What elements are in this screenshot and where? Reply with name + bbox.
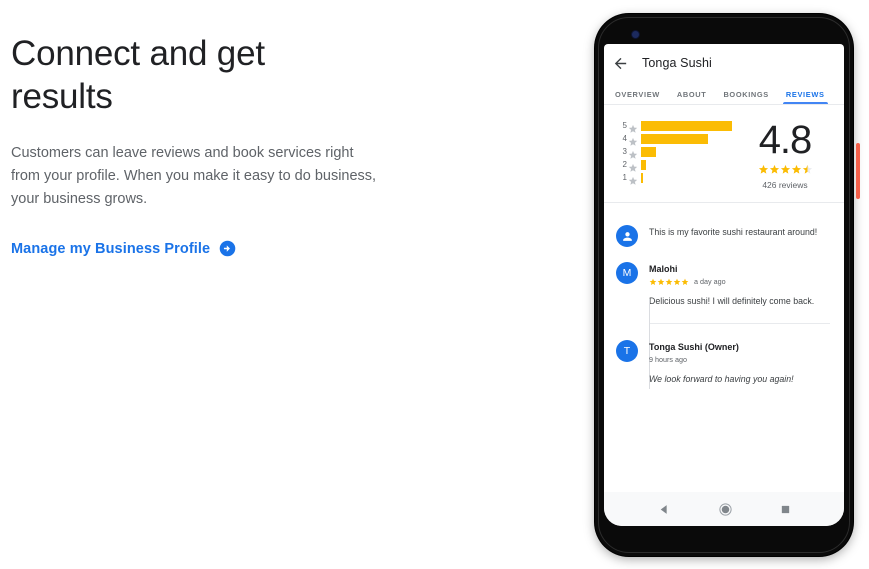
back-arrow-icon[interactable] — [612, 55, 629, 72]
histogram-row: 4 — [620, 132, 732, 146]
star-icon — [769, 164, 779, 174]
histogram-row: 2 — [620, 158, 732, 172]
front-camera-icon — [631, 30, 640, 39]
histogram-row: 3 — [620, 145, 732, 159]
star-icon — [628, 121, 638, 133]
review-text: This is my favorite sushi restaurant aro… — [649, 227, 818, 237]
reply-divider — [649, 323, 830, 324]
page-root: Connect and get results Customers can le… — [0, 0, 869, 569]
manage-business-profile-link[interactable]: Manage my Business Profile — [11, 240, 236, 257]
review-author: Malohi — [649, 264, 678, 274]
review-body: This is my favorite sushi restaurant aro… — [649, 225, 834, 247]
owner-name: Tonga Sushi (Owner) — [649, 342, 739, 352]
star-icon — [780, 164, 790, 174]
star-icon — [758, 164, 768, 174]
owner-reply-body: Tonga Sushi (Owner) 9 hours ago We look … — [649, 340, 834, 386]
star-icon — [657, 278, 665, 285]
histogram-label: 5 — [622, 121, 627, 130]
review-item: This is my favorite sushi restaurant aro… — [616, 225, 834, 247]
histogram-bar — [641, 120, 732, 131]
star-icon — [791, 164, 801, 174]
marketing-column: Connect and get results Customers can le… — [11, 32, 411, 257]
reviews-list: This is my favorite sushi restaurant aro… — [604, 203, 844, 492]
rating-score: 4.8 — [758, 118, 813, 162]
power-button[interactable] — [856, 143, 860, 199]
cta-label: Manage my Business Profile — [11, 240, 211, 257]
histogram-label: 3 — [622, 147, 627, 156]
histogram-bar-track — [641, 172, 732, 183]
rating-summary: 5 4 3 2 1 4.8 426 reviews — [604, 105, 844, 202]
rating-stars — [758, 164, 813, 175]
review-timestamp: a day ago — [694, 277, 726, 286]
tab-bar: OVERVIEW ABOUT BOOKINGS REVIEWS — [604, 82, 844, 104]
histogram-label: 1 — [622, 173, 627, 182]
review-comment: Delicious sushi! I will definitely come … — [649, 296, 815, 306]
star-icon — [665, 278, 673, 285]
owner-reply-comment: We look forward to having you again! — [649, 374, 794, 384]
histogram-bar-track — [641, 133, 732, 144]
arrow-circle-right-icon — [219, 240, 236, 257]
app-bar: Tonga Sushi — [604, 44, 844, 82]
tab-about[interactable]: ABOUT — [677, 90, 707, 104]
tab-bookings[interactable]: BOOKINGS — [723, 90, 768, 104]
avatar: M — [616, 262, 638, 284]
rating-score-block: 4.8 426 reviews — [732, 119, 844, 190]
page-description: Customers can leave reviews and book ser… — [11, 145, 377, 207]
star-half-icon — [802, 164, 812, 174]
owner-reply-item: T Tonga Sushi (Owner) 9 hours ago We loo… — [616, 340, 834, 386]
page-title: Connect and get results — [11, 34, 265, 116]
owner-reply-timestamp: 9 hours ago — [649, 355, 687, 364]
tab-overview[interactable]: OVERVIEW — [615, 90, 660, 104]
histogram-bar — [641, 159, 646, 170]
histogram-row: 5 — [620, 119, 732, 133]
recents-square-icon[interactable] — [780, 504, 791, 515]
histogram-bar-track — [641, 159, 732, 170]
star-icon — [628, 160, 638, 172]
star-icon — [628, 134, 638, 146]
avatar: T — [616, 340, 638, 362]
avatar — [616, 225, 638, 247]
review-meta: a day ago — [649, 277, 834, 286]
tab-reviews[interactable]: REVIEWS — [782, 90, 828, 104]
histogram-bar — [641, 146, 656, 157]
phone-screen: Tonga Sushi OVERVIEW ABOUT BOOKINGS REVI… — [604, 44, 844, 526]
person-icon — [622, 231, 632, 241]
histogram-bar — [641, 133, 709, 144]
review-item: M Malohi a day ago Delicious sushi! I wi… — [616, 262, 834, 389]
histogram-bar — [641, 172, 643, 183]
histogram-row: 1 — [620, 171, 732, 185]
home-circle-icon[interactable] — [718, 502, 733, 517]
star-icon — [681, 278, 689, 285]
star-icon — [673, 278, 681, 285]
phone-mockup: Tonga Sushi OVERVIEW ABOUT BOOKINGS REVI… — [595, 14, 853, 556]
back-triangle-icon[interactable] — [658, 503, 671, 516]
business-name: Tonga Sushi — [642, 56, 712, 70]
android-nav-bar — [604, 492, 844, 526]
histogram-bar-track — [641, 120, 732, 131]
histogram-bar-track — [641, 146, 732, 157]
histogram-label: 2 — [622, 160, 627, 169]
star-icon — [628, 147, 638, 159]
rating-histogram: 5 4 3 2 1 — [604, 119, 732, 190]
review-body: Malohi a day ago Delicious sushi! I will… — [649, 262, 834, 308]
star-icon — [628, 173, 638, 185]
histogram-label: 4 — [622, 134, 627, 143]
star-icon — [649, 278, 657, 285]
review-count: 426 reviews — [762, 180, 808, 190]
review-stars — [649, 278, 689, 286]
